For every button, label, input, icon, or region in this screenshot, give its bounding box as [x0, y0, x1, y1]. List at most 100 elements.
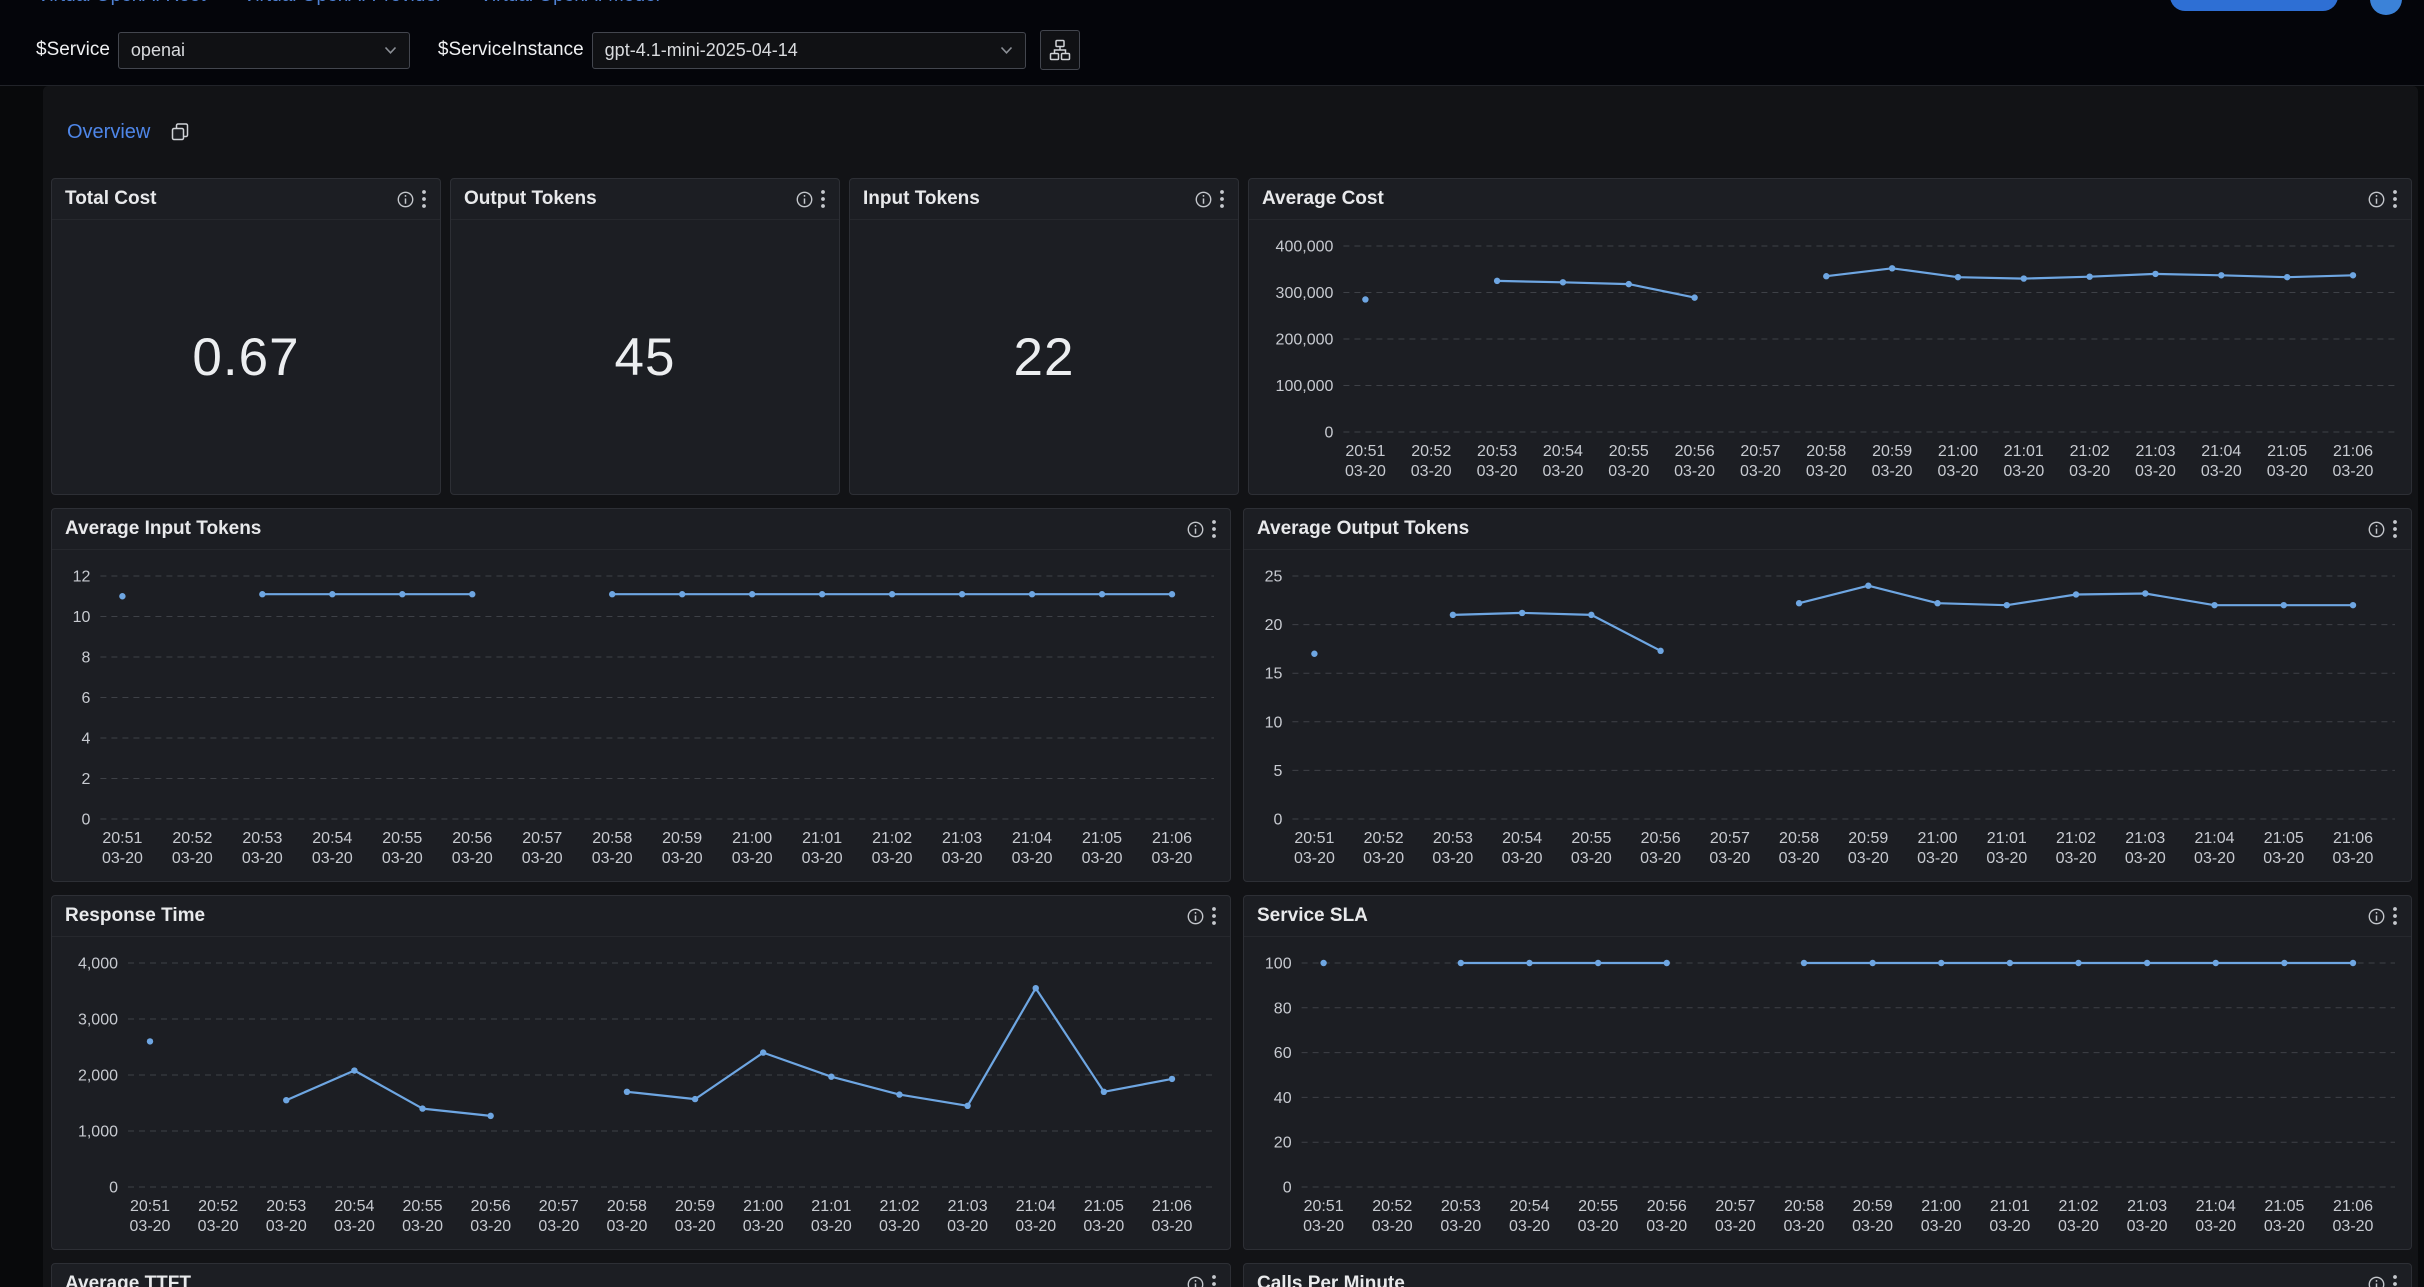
- info-icon[interactable]: [796, 191, 813, 208]
- svg-text:03-20: 03-20: [1578, 1218, 1619, 1235]
- svg-text:20:51: 20:51: [1304, 1198, 1344, 1215]
- tab-overview[interactable]: Overview: [67, 121, 150, 144]
- svg-text:21:04: 21:04: [1016, 1198, 1056, 1215]
- svg-text:10: 10: [1265, 714, 1283, 731]
- kebab-menu-icon[interactable]: [2392, 906, 2398, 926]
- info-icon[interactable]: [2368, 1276, 2385, 1287]
- svg-text:03-20: 03-20: [2058, 1218, 2099, 1235]
- svg-text:0: 0: [1283, 1180, 1292, 1197]
- breadcrumb-item[interactable]: Virtual OpenAI Provider: [243, 0, 442, 7]
- svg-text:03-20: 03-20: [1674, 463, 1715, 480]
- svg-text:21:01: 21:01: [2004, 443, 2044, 460]
- kebab-menu-icon[interactable]: [2392, 189, 2398, 209]
- svg-text:03-20: 03-20: [1917, 850, 1958, 867]
- svg-text:03-20: 03-20: [1294, 850, 1335, 867]
- info-icon[interactable]: [1187, 1276, 1204, 1287]
- svg-text:20:56: 20:56: [1647, 1198, 1687, 1215]
- service-select[interactable]: openai: [118, 32, 410, 69]
- dashboard-row-4: Average TTFT Calls Per Minute: [51, 1263, 2412, 1287]
- svg-text:20:53: 20:53: [1477, 443, 1517, 460]
- svg-text:21:01: 21:01: [1987, 830, 2027, 847]
- svg-text:21:02: 21:02: [2070, 443, 2110, 460]
- svg-text:20:52: 20:52: [1411, 443, 1451, 460]
- kebab-menu-icon[interactable]: [2392, 1274, 2398, 1287]
- svg-text:21:02: 21:02: [872, 830, 912, 847]
- info-icon[interactable]: [397, 191, 414, 208]
- kebab-menu-icon[interactable]: [1211, 1274, 1217, 1287]
- svg-text:03-20: 03-20: [1608, 463, 1649, 480]
- service-instance-select[interactable]: gpt-4.1-mini-2025-04-14: [592, 32, 1026, 69]
- svg-text:300,000: 300,000: [1276, 285, 1334, 302]
- svg-text:20:58: 20:58: [592, 830, 632, 847]
- average-cost-chart: 0100,000200,000300,000400,00020:5103-202…: [1249, 220, 2411, 494]
- svg-text:20:52: 20:52: [172, 830, 212, 847]
- svg-text:03-20: 03-20: [1937, 463, 1978, 480]
- service-variable-label: $Service: [36, 39, 110, 61]
- svg-text:20:54: 20:54: [334, 1198, 374, 1215]
- svg-text:03-20: 03-20: [1083, 1218, 1124, 1235]
- kebab-menu-icon[interactable]: [1211, 519, 1217, 539]
- widget-title: Average TTFT: [65, 1273, 1187, 1287]
- topology-button[interactable]: [1040, 30, 1080, 70]
- svg-text:03-20: 03-20: [242, 850, 283, 867]
- info-icon[interactable]: [1187, 908, 1204, 925]
- svg-text:20:58: 20:58: [1784, 1198, 1824, 1215]
- kebab-menu-icon[interactable]: [1219, 189, 1225, 209]
- widget-title: Service SLA: [1257, 905, 2368, 927]
- svg-text:03-20: 03-20: [1921, 1218, 1962, 1235]
- top-right-button[interactable]: [2170, 0, 2338, 11]
- svg-text:03-20: 03-20: [592, 850, 633, 867]
- svg-text:03-20: 03-20: [1477, 463, 1518, 480]
- kebab-menu-icon[interactable]: [2392, 519, 2398, 539]
- svg-text:03-20: 03-20: [1715, 1218, 1756, 1235]
- svg-text:20: 20: [1265, 617, 1283, 634]
- svg-text:03-20: 03-20: [872, 850, 913, 867]
- copy-icon[interactable]: [170, 122, 190, 142]
- svg-text:4,000: 4,000: [78, 956, 118, 973]
- svg-text:03-20: 03-20: [2135, 463, 2176, 480]
- user-avatar[interactable]: [2370, 0, 2402, 15]
- svg-text:03-20: 03-20: [1411, 463, 1452, 480]
- svg-text:03-20: 03-20: [130, 1218, 171, 1235]
- svg-text:03-20: 03-20: [2003, 463, 2044, 480]
- svg-text:4: 4: [81, 731, 90, 748]
- svg-text:21:00: 21:00: [1918, 830, 1958, 847]
- svg-text:100,000: 100,000: [1276, 378, 1334, 395]
- svg-text:20:55: 20:55: [1578, 1198, 1618, 1215]
- info-icon[interactable]: [1195, 191, 1212, 208]
- svg-text:03-20: 03-20: [2264, 1218, 2305, 1235]
- svg-text:20:53: 20:53: [1441, 1198, 1481, 1215]
- svg-text:21:04: 21:04: [2196, 1198, 2236, 1215]
- breadcrumb-item[interactable]: Virtual OpenAI Model: [480, 0, 660, 7]
- kebab-menu-icon[interactable]: [421, 189, 427, 209]
- breadcrumb-item[interactable]: Virtual OpenAI Root: [37, 0, 206, 7]
- svg-text:21:03: 21:03: [948, 1198, 988, 1215]
- widget-average-ttft: Average TTFT: [51, 1263, 1231, 1287]
- info-icon[interactable]: [2368, 191, 2385, 208]
- average-output-tokens-chart: 051015202520:5103-2020:5203-2020:5303-20…: [1244, 550, 2411, 881]
- svg-text:20:54: 20:54: [1502, 830, 1542, 847]
- info-icon[interactable]: [1187, 521, 1204, 538]
- info-icon[interactable]: [2368, 908, 2385, 925]
- kebab-menu-icon[interactable]: [820, 189, 826, 209]
- svg-text:21:04: 21:04: [2201, 443, 2241, 460]
- svg-text:03-20: 03-20: [1015, 1218, 1056, 1235]
- svg-text:21:00: 21:00: [1938, 443, 1978, 460]
- output-tokens-value: 45: [451, 220, 839, 494]
- svg-text:21:00: 21:00: [732, 830, 772, 847]
- svg-text:20:55: 20:55: [403, 1198, 443, 1215]
- dashboard-row-1: Total Cost 0.67 Output Tokens 45 Input T…: [51, 178, 2412, 495]
- svg-text:0: 0: [81, 812, 90, 829]
- svg-text:20:54: 20:54: [312, 830, 352, 847]
- svg-text:1,000: 1,000: [78, 1124, 118, 1141]
- svg-text:2: 2: [81, 771, 90, 788]
- svg-text:03-20: 03-20: [2263, 850, 2304, 867]
- kebab-menu-icon[interactable]: [1211, 906, 1217, 926]
- info-icon[interactable]: [2368, 521, 2385, 538]
- svg-text:20:59: 20:59: [662, 830, 702, 847]
- svg-text:21:06: 21:06: [1152, 830, 1192, 847]
- svg-text:03-20: 03-20: [1082, 850, 1123, 867]
- svg-text:03-20: 03-20: [942, 850, 983, 867]
- svg-text:03-20: 03-20: [266, 1218, 307, 1235]
- svg-text:03-20: 03-20: [811, 1218, 852, 1235]
